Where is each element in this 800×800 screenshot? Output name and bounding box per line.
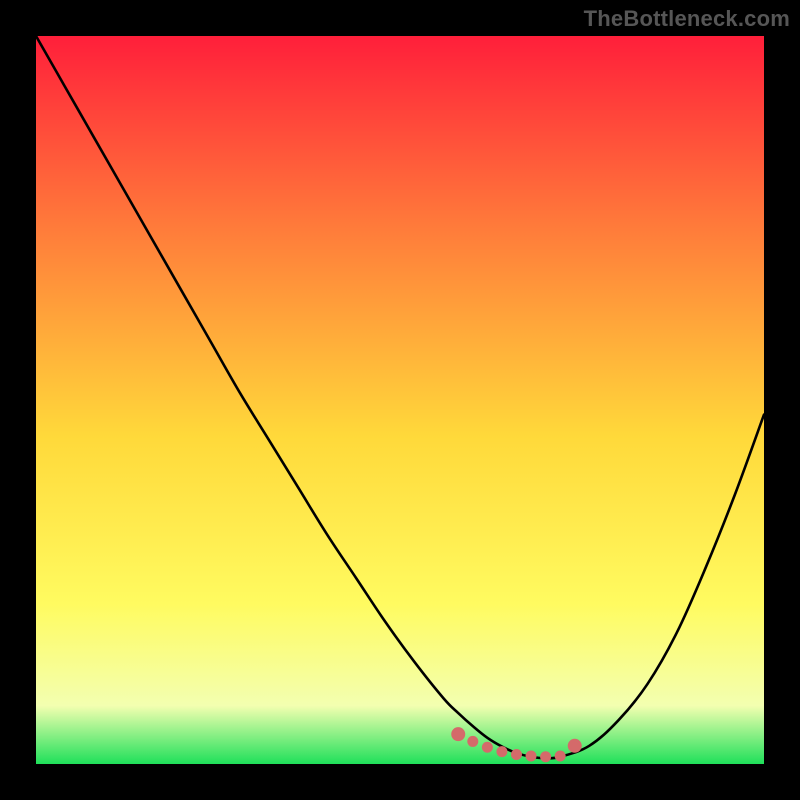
marker-dot: [526, 750, 537, 761]
gradient-background: [36, 36, 764, 764]
marker-dot: [540, 751, 551, 762]
marker-dot: [511, 749, 522, 760]
marker-dot: [568, 739, 582, 753]
marker-dot: [555, 750, 566, 761]
marker-dot: [482, 742, 493, 753]
marker-dot: [467, 736, 478, 747]
plot-area: [36, 36, 764, 764]
marker-dot: [451, 727, 465, 741]
marker-dot: [496, 746, 507, 757]
chart-container: TheBottleneck.com: [0, 0, 800, 800]
chart-svg: [36, 36, 764, 764]
watermark-text: TheBottleneck.com: [584, 6, 790, 32]
